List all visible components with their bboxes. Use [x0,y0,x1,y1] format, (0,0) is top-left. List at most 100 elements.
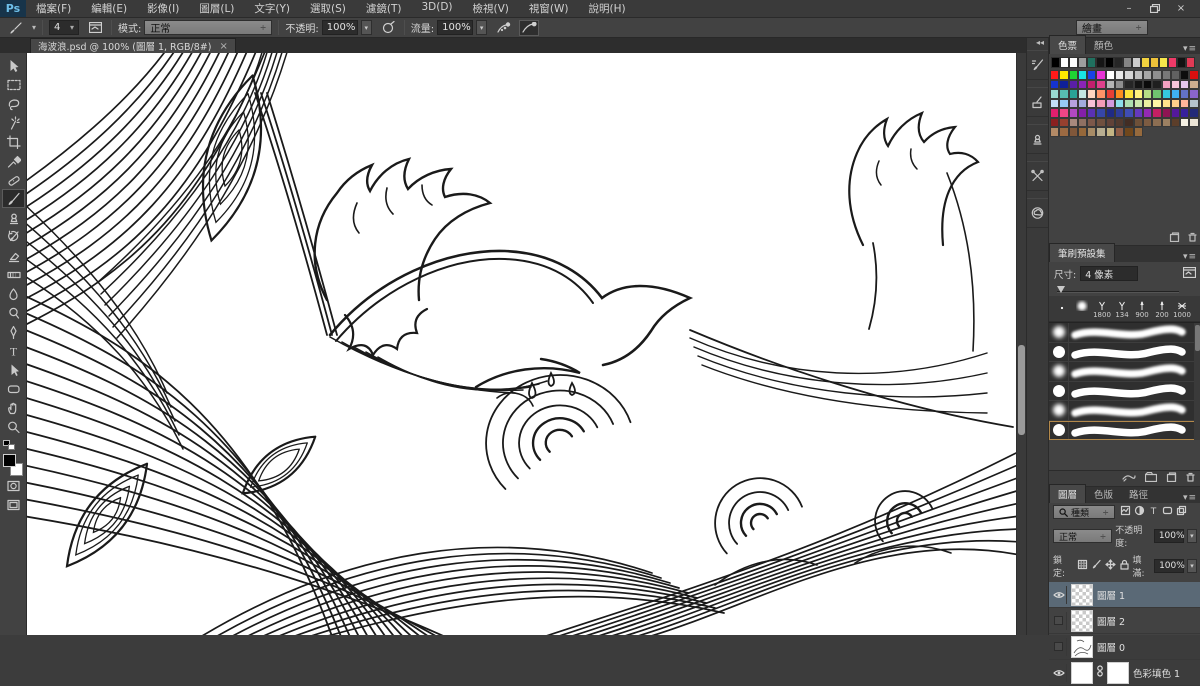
swatch[interactable] [1115,80,1124,90]
swatch[interactable] [1087,118,1096,128]
layer-row-3[interactable]: 圖層 0 [1049,634,1200,660]
swatch[interactable] [1059,89,1068,99]
swatch[interactable] [1059,99,1068,109]
swatch[interactable] [1162,108,1171,118]
swatch[interactable] [1059,127,1068,137]
brush-list-scrollbar[interactable] [1194,323,1200,440]
menu-item-3d[interactable]: 3D(D) [411,1,462,16]
scrollbar-thumb[interactable] [1018,345,1025,435]
swatch[interactable] [1106,80,1115,90]
swatch[interactable] [1189,118,1198,128]
restore-button[interactable] [1144,2,1166,15]
swatch[interactable] [1189,108,1198,118]
filter-kind-select[interactable]: 種類 ÷ [1053,505,1115,519]
swatch[interactable] [1069,89,1078,99]
swatch[interactable] [1162,80,1171,90]
new-swatch-icon[interactable] [1169,232,1180,245]
visibility-eye-icon[interactable] [1051,586,1067,604]
flow-value[interactable]: 100% [437,20,473,35]
visibility-eye-icon[interactable] [1051,664,1067,682]
swatch[interactable] [1115,89,1124,99]
swatch[interactable] [1152,99,1161,109]
tab-色版[interactable]: 色版 [1086,485,1121,503]
brush-stroke-row-1[interactable] [1049,323,1200,343]
swatch[interactable] [1124,70,1133,80]
swatch[interactable] [1106,70,1115,80]
swatch[interactable] [1069,57,1078,68]
tools-panel-icon[interactable] [1027,161,1049,191]
pen-tool[interactable] [2,322,25,341]
swatch[interactable] [1171,118,1180,128]
close-button[interactable]: × [1170,2,1192,15]
brush-tip-1000[interactable]: 1000 [1172,297,1192,319]
swatch[interactable] [1189,99,1198,109]
swatch[interactable] [1078,80,1087,90]
brush-preset-picker[interactable]: 4▾ [49,20,79,35]
swatch[interactable] [1171,89,1180,99]
stroke-preview-toggle-icon[interactable] [1122,472,1136,485]
lock-pixels-icon[interactable] [1091,559,1102,573]
swatch[interactable] [1123,57,1132,68]
swatch[interactable] [1171,99,1180,109]
shape-filter-icon[interactable] [1162,505,1173,519]
visibility-empty-box[interactable] [1051,638,1067,656]
swatch[interactable] [1087,70,1096,80]
flow-dropdown[interactable]: ▾ [476,20,487,35]
swatch[interactable] [1189,89,1198,99]
swatch[interactable] [1162,70,1171,80]
swatch[interactable] [1180,99,1189,109]
swatch[interactable] [1050,70,1059,80]
swatch[interactable] [1124,99,1133,109]
swatch[interactable] [1087,89,1096,99]
brush-tip-900[interactable]: 900 [1132,297,1152,319]
layer-opacity-dropdown[interactable]: ▾ [1187,529,1197,543]
swatch[interactable] [1124,89,1133,99]
brush-stroke-row-6[interactable] [1049,421,1200,441]
foreground-color[interactable] [3,454,16,467]
swatch[interactable] [1078,89,1087,99]
layer-row-2[interactable]: 圖層 2 [1049,608,1200,634]
canvas-vertical-scrollbar[interactable] [1016,53,1026,635]
default-colors-icon[interactable] [3,440,15,450]
swatch[interactable] [1106,99,1115,109]
menu-item-select[interactable]: 選取(S) [300,1,356,16]
tablet-opacity-icon[interactable] [378,20,398,36]
swatch[interactable] [1162,89,1171,99]
eyedropper-tool[interactable] [2,151,25,170]
swatch[interactable] [1050,89,1059,99]
swatch[interactable] [1059,70,1068,80]
menu-item-file[interactable]: 檔案(F) [26,1,81,16]
lock-all-icon[interactable] [1119,559,1130,573]
toggle-brush-panel-icon[interactable] [85,20,105,36]
swatch[interactable] [1069,127,1078,137]
menu-item-edit[interactable]: 編輯(E) [81,1,137,16]
swatch[interactable] [1134,99,1143,109]
swatch[interactable] [1115,99,1124,109]
delete-brush-icon[interactable] [1186,472,1195,485]
swatch[interactable] [1186,57,1195,68]
smart-filter-icon[interactable] [1176,505,1187,519]
swatch[interactable] [1162,118,1171,128]
adjustment-filter-icon[interactable] [1134,505,1145,519]
eraser-tool[interactable] [2,246,25,265]
shape-tool[interactable] [2,379,25,398]
swatch[interactable] [1087,99,1096,109]
swatch[interactable] [1050,127,1059,137]
layer-thumbnail[interactable] [1071,610,1093,632]
swatch[interactable] [1106,118,1115,128]
healing-brush-tool[interactable] [2,170,25,189]
workspace-switcher[interactable]: 繪畫÷ [1076,20,1148,35]
swatch[interactable] [1134,80,1143,90]
swatch[interactable] [1152,80,1161,90]
tab-圖層[interactable]: 圖層 [1049,484,1086,503]
visibility-empty-box[interactable] [1051,612,1067,630]
layer-opacity-value[interactable]: 100% [1154,529,1184,543]
brush-tip-preset-1[interactable] [1072,297,1092,319]
lock-transparency-icon[interactable] [1077,559,1088,573]
screen-mode-icon[interactable] [2,495,25,514]
swatch[interactable] [1171,80,1180,90]
swatch[interactable] [1132,57,1141,68]
preset-manager-icon[interactable] [1183,267,1196,281]
swatch[interactable] [1096,80,1105,90]
path-select-tool[interactable] [2,360,25,379]
